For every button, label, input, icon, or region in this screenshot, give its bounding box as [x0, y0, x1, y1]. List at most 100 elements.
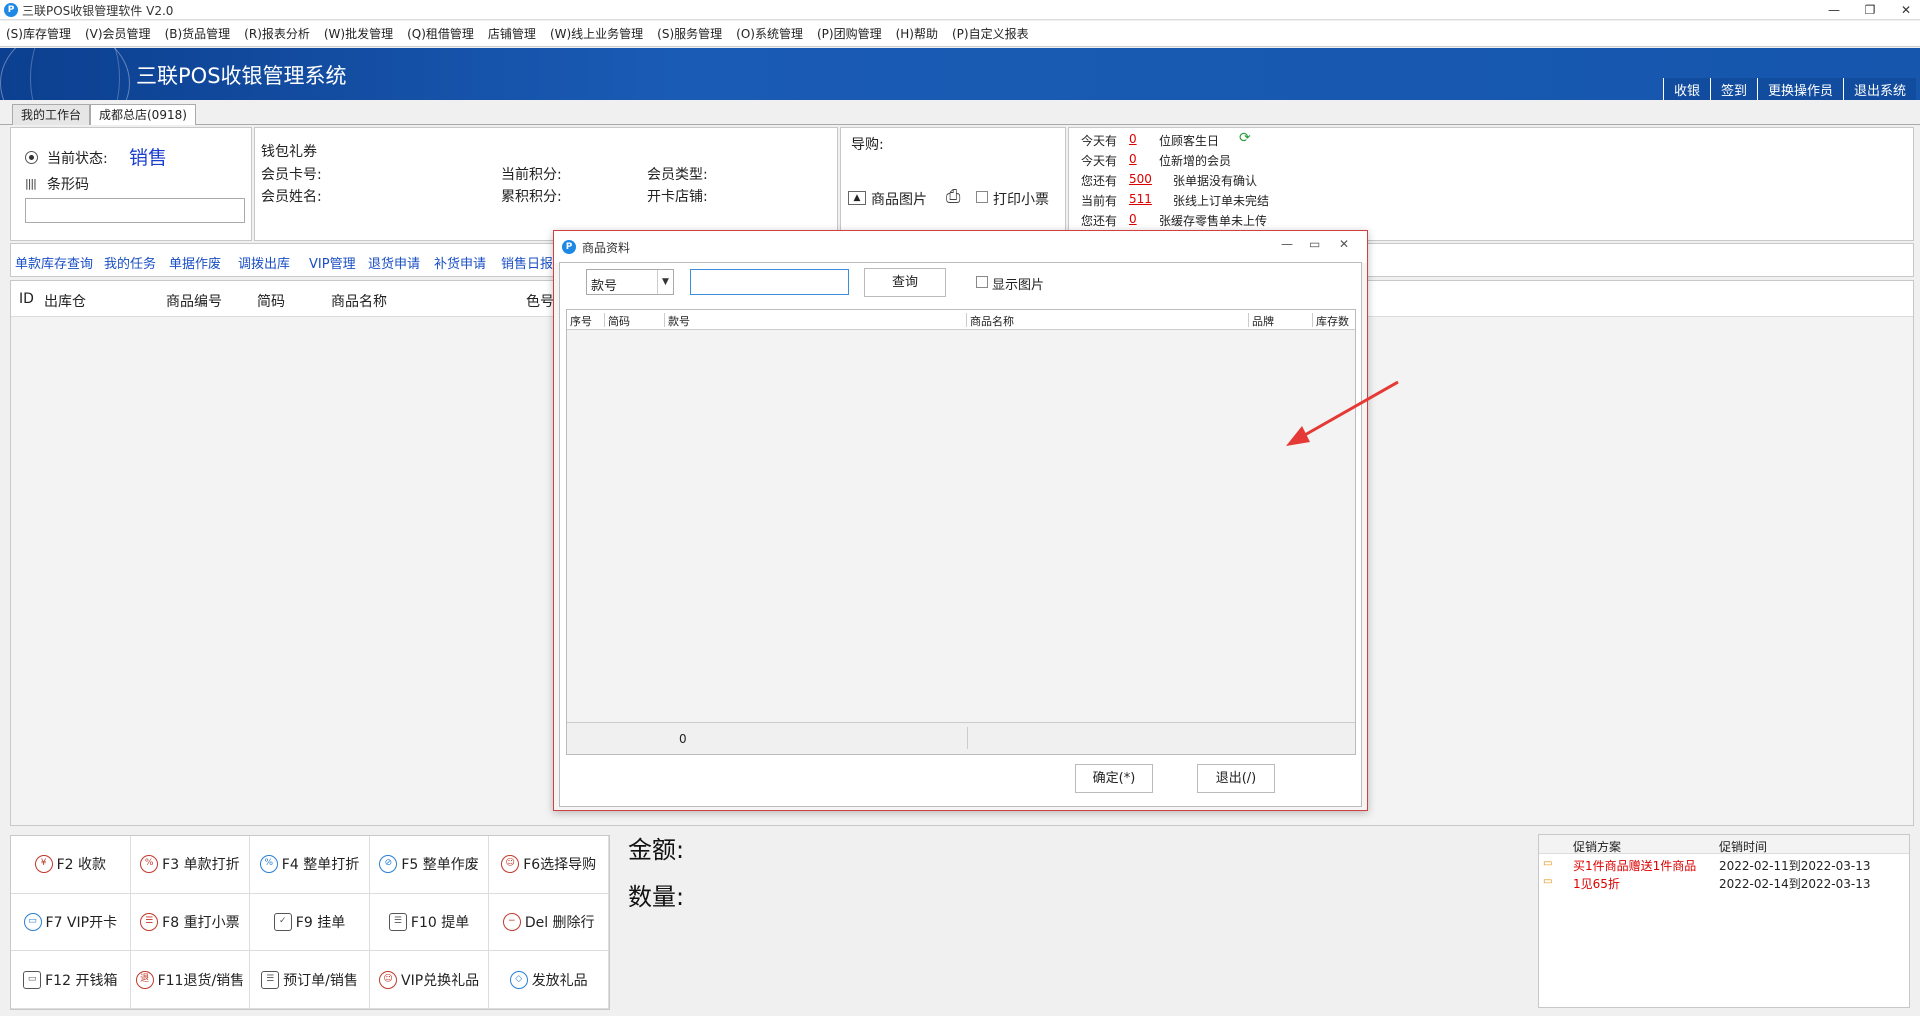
button-label: F10 提单 [410, 914, 470, 931]
cashier-link[interactable]: 收银 [1662, 78, 1710, 100]
barcode-input[interactable] [25, 198, 245, 223]
search-field-select[interactable]: 款号 ▼ [586, 269, 674, 295]
f6-select-guide-button[interactable]: ☺ F6选择导购 [489, 836, 609, 894]
notice-pre: 今天有 [1081, 134, 1118, 148]
f4-order-discount-button[interactable]: % F4 整单打折 [250, 836, 370, 894]
minimize-icon[interactable]: — [1814, 0, 1854, 20]
notice-count-link[interactable]: 0 [1129, 212, 1137, 226]
col-item-code[interactable]: 商品编号 [166, 291, 222, 311]
menu-item-goods[interactable]: (B)货品管理 [165, 25, 231, 42]
promo-time: 2022-02-14到2022-03-13 [1719, 877, 1871, 891]
exit-system-link[interactable]: 退出系统 [1842, 78, 1916, 100]
promo-name[interactable]: 1见65折 [1573, 875, 1620, 892]
product-dialog: P 商品资料 — ▭ ✕ 款号 ▼ 查询 显示图片 序号 简码 款号 商品名称 … [553, 230, 1368, 811]
exit-button[interactable]: 退出(/) [1197, 764, 1275, 793]
barcode-label: 条形码 [47, 177, 89, 193]
col-id[interactable]: ID [19, 291, 34, 307]
accumulated-points-label: 累积积分: [501, 189, 562, 205]
app-logo-icon: P [562, 240, 576, 254]
quick-link-stock-query[interactable]: 单款库存查询 [15, 253, 93, 272]
print-receipt-checkbox[interactable] [976, 191, 988, 203]
wallet-coupon-label: 钱包礼券 [261, 144, 317, 160]
notice-count-link[interactable]: 0 [1129, 132, 1137, 146]
menu-item-inventory[interactable]: (S)库存管理 [6, 25, 71, 42]
chevron-down-icon[interactable]: ▼ [657, 270, 673, 294]
menu-item-rental[interactable]: (Q)租借管理 [407, 25, 474, 42]
restore-icon[interactable]: ▭ [1309, 237, 1320, 251]
menu-item-online[interactable]: (W)线上业务管理 [550, 25, 643, 42]
menu-item-wholesale[interactable]: (W)批发管理 [324, 25, 393, 42]
col-color[interactable]: 色号 [526, 291, 554, 311]
tab-store[interactable]: 成都总店(0918) [90, 104, 196, 125]
menu-item-system[interactable]: (O)系统管理 [736, 25, 803, 42]
promo-col-name: 促销方案 [1573, 840, 1622, 854]
button-label: F11退货/销售 [157, 972, 245, 989]
product-image-label[interactable]: 商品图片 [871, 189, 927, 209]
f10-retrieve-button[interactable]: ☰ F10 提单 [369, 893, 490, 952]
switch-operator-link[interactable]: 更换操作员 [1756, 78, 1843, 100]
show-image-checkbox[interactable] [976, 276, 988, 288]
search-input[interactable] [690, 269, 849, 295]
promo-name[interactable]: 买1件商品赠送1件商品 [1573, 857, 1696, 874]
col-short-code[interactable]: 简码 [605, 313, 665, 328]
f7-vip-card-button[interactable]: ▭ F7 VIP开卡 [11, 893, 131, 952]
f9-hold-button[interactable]: ✓ F9 挂单 [250, 893, 370, 952]
preorder-button[interactable]: ☰ 预订单/销售 [250, 951, 370, 1009]
person-icon: ☺ [501, 855, 520, 874]
query-button[interactable]: 查询 [864, 268, 946, 297]
f8-reprint-button[interactable]: ☰ F8 重打小票 [130, 893, 251, 952]
del-delete-row-button[interactable]: − Del 删除行 [489, 893, 609, 952]
f5-void-order-button[interactable]: ⊘ F5 整单作废 [369, 836, 490, 894]
quick-link-my-tasks[interactable]: 我的任务 [104, 253, 156, 272]
quick-link-daily-sales[interactable]: 销售日报 [501, 253, 553, 272]
quick-link-void-doc[interactable]: 单据作废 [169, 253, 221, 272]
menu-item-help[interactable]: (H)帮助 [896, 25, 938, 42]
checkin-link[interactable]: 签到 [1709, 78, 1757, 100]
notice-count-link[interactable]: 511 [1129, 192, 1152, 206]
menu-item-reports[interactable]: (R)报表分析 [244, 25, 310, 42]
quick-link-return-apply[interactable]: 退货申请 [368, 253, 420, 272]
menu-bar: (S)库存管理 (V)会员管理 (B)货品管理 (R)报表分析 (W)批发管理 … [0, 21, 1920, 47]
close-icon[interactable]: ✕ [1339, 237, 1349, 251]
col-stock[interactable]: 库存数 [1313, 313, 1355, 328]
notice-count-link[interactable]: 0 [1129, 152, 1137, 166]
minimize-icon[interactable]: — [1281, 237, 1293, 251]
quick-link-vip[interactable]: VIP管理 [309, 253, 356, 272]
restore-icon[interactable]: ❐ [1850, 0, 1890, 20]
issue-gift-button[interactable]: ◇ 发放礼品 [489, 951, 609, 1009]
dialog-title-bar: P 商品资料 — ▭ ✕ [554, 231, 1367, 263]
quick-link-restock-apply[interactable]: 补货申请 [434, 253, 486, 272]
tab-bar: 我的工作台 成都总店(0918) [0, 101, 1920, 125]
quick-link-transfer-out[interactable]: 调拨出库 [238, 253, 290, 272]
col-warehouse[interactable]: 出库仓 [44, 291, 86, 311]
f11-return-button[interactable]: 退 F11退货/销售 [130, 951, 251, 1009]
member-card-label: 会员卡号: [261, 167, 322, 183]
menu-item-groupbuy[interactable]: (P)团购管理 [817, 25, 882, 42]
status-panel: 当前状态: 销售 |||| 条形码 [10, 127, 252, 241]
menu-item-member[interactable]: (V)会员管理 [85, 25, 151, 42]
radio-icon[interactable] [25, 151, 38, 164]
vip-gift-exchange-button[interactable]: ☺ VIP兑换礼品 [369, 951, 490, 1009]
refresh-icon[interactable]: ⟳ [1239, 130, 1251, 146]
f12-open-drawer-button[interactable]: ▭ F12 开钱箱 [11, 951, 131, 1009]
col-seq[interactable]: 序号 [567, 313, 605, 328]
notice-post: 位新增的会员 [1159, 154, 1232, 168]
printer-icon[interactable]: ⎙ [946, 186, 960, 207]
col-brand[interactable]: 品牌 [1249, 313, 1313, 328]
col-style-no[interactable]: 款号 [665, 313, 967, 328]
notice-pre: 当前有 [1081, 194, 1118, 208]
button-label: Del 删除行 [524, 914, 595, 931]
tab-workbench[interactable]: 我的工作台 [12, 104, 91, 125]
menu-item-store[interactable]: 店铺管理 [488, 25, 536, 42]
f2-pay-button[interactable]: ¥ F2 收款 [11, 836, 131, 894]
app-logo-icon: P [4, 3, 18, 17]
col-product-name[interactable]: 商品名称 [967, 313, 1249, 328]
menu-item-custom-report[interactable]: (P)自定义报表 [952, 25, 1029, 42]
f3-item-discount-button[interactable]: % F3 单款打折 [130, 836, 251, 894]
notice-count-link[interactable]: 500 [1129, 172, 1152, 186]
close-icon[interactable]: ✕ [1886, 0, 1920, 20]
col-short-code[interactable]: 简码 [257, 291, 285, 311]
ok-button[interactable]: 确定(*) [1075, 764, 1153, 793]
col-item-name[interactable]: 商品名称 [331, 291, 387, 311]
menu-item-service[interactable]: (S)服务管理 [657, 25, 722, 42]
